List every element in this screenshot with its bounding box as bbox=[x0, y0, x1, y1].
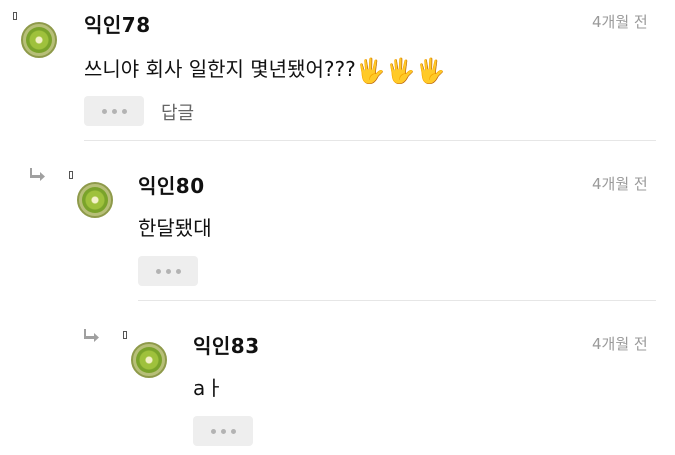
more-dots-icon bbox=[101, 108, 107, 114]
more-dot bbox=[121, 108, 127, 114]
more-dot bbox=[165, 268, 171, 274]
author-name[interactable]: 익인78 bbox=[84, 9, 151, 38]
raised-hand-emoji: 🖐🖐🖐 bbox=[355, 57, 446, 85]
reply-arrow-icon bbox=[30, 168, 45, 181]
more-dots-icon bbox=[155, 268, 161, 274]
comment-text: 쓰니야 회사 일한지 몇년됐어???🖐🖐🖐 bbox=[84, 53, 445, 85]
more-dot bbox=[175, 268, 181, 274]
divider bbox=[138, 300, 656, 301]
more-button[interactable] bbox=[138, 256, 198, 286]
timestamp: 4개월 전 bbox=[592, 13, 648, 31]
comment-text: aㅏ bbox=[193, 376, 224, 400]
kiwi-avatar-icon bbox=[26, 27, 52, 53]
more-dot bbox=[230, 428, 236, 434]
kiwi-avatar-icon bbox=[136, 347, 162, 373]
more-button[interactable] bbox=[193, 416, 253, 446]
more-dot bbox=[220, 428, 226, 434]
comment-marker bbox=[69, 171, 73, 179]
comment-text-content: 쓰니야 회사 일한지 몇년됐어??? bbox=[84, 57, 356, 81]
more-button[interactable] bbox=[84, 96, 144, 126]
author-name[interactable]: 익인80 bbox=[138, 170, 205, 199]
timestamp: 4개월 전 bbox=[592, 335, 648, 353]
avatar[interactable] bbox=[77, 182, 113, 218]
avatar[interactable] bbox=[131, 342, 167, 378]
comment-text: 한달됐대 bbox=[138, 216, 212, 240]
author-name[interactable]: 익인83 bbox=[193, 330, 260, 359]
timestamp: 4개월 전 bbox=[592, 175, 648, 193]
comment-marker bbox=[123, 331, 127, 339]
reply-button[interactable]: 답글 bbox=[161, 99, 194, 125]
divider bbox=[84, 140, 656, 141]
avatar[interactable] bbox=[21, 22, 57, 58]
kiwi-avatar-icon bbox=[82, 187, 108, 213]
more-dot bbox=[111, 108, 117, 114]
comment-marker bbox=[13, 12, 17, 20]
more-dots-icon bbox=[210, 428, 216, 434]
reply-arrow-icon bbox=[84, 329, 99, 342]
